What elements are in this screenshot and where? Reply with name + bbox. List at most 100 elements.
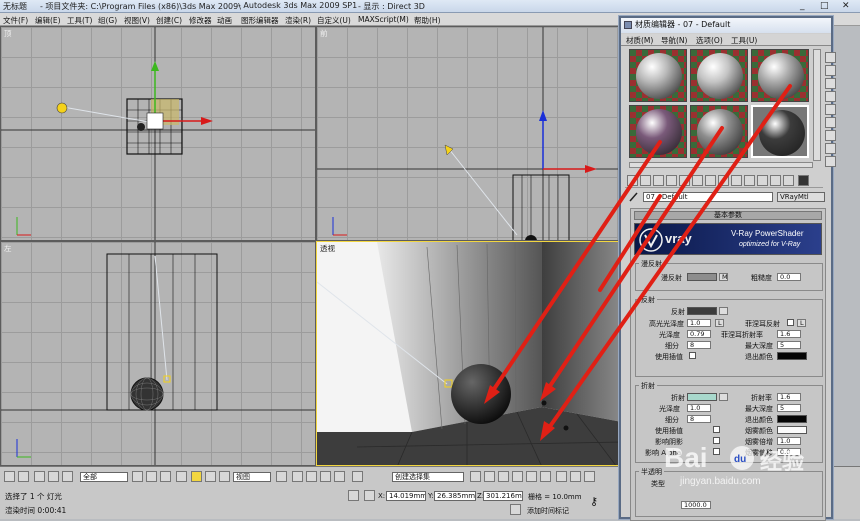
- menu-views[interactable]: 视图(V): [124, 15, 150, 26]
- render-frame-icon[interactable]: [570, 471, 581, 482]
- refr-max-depth-field[interactable]: 5: [777, 404, 801, 412]
- window-crossing-icon[interactable]: [176, 471, 187, 482]
- named-selection-set[interactable]: 创建选择集: [392, 472, 464, 482]
- translucency-value-field[interactable]: 1000.0: [681, 501, 711, 509]
- viewport-left[interactable]: 左: [0, 241, 316, 466]
- viewport-front[interactable]: 前: [316, 26, 621, 241]
- fog-color-swatch[interactable]: [777, 426, 807, 434]
- assign-material-icon[interactable]: [653, 175, 664, 186]
- make-unique-icon[interactable]: [705, 175, 716, 186]
- reflect-color-swatch[interactable]: [687, 307, 717, 315]
- hilight-lock-button[interactable]: L: [715, 319, 724, 327]
- scale-icon[interactable]: [219, 471, 230, 482]
- refl-max-depth-field[interactable]: 5: [777, 341, 801, 349]
- fresnel-ior-field[interactable]: 1.6: [777, 330, 801, 338]
- mirror-icon[interactable]: [470, 471, 481, 482]
- med-menu-utilities[interactable]: 工具(U): [731, 35, 757, 46]
- selection-filter[interactable]: 全部: [80, 472, 128, 482]
- fog-mult-field[interactable]: 1.0: [777, 437, 801, 445]
- med-menu-navigation[interactable]: 导航(N): [661, 35, 687, 46]
- menu-tools[interactable]: 工具(T): [67, 15, 92, 26]
- uv-tiling-icon[interactable]: [825, 91, 836, 102]
- refr-exit-color-swatch[interactable]: [777, 415, 807, 423]
- background-icon[interactable]: [825, 78, 836, 89]
- bind-icon[interactable]: [62, 471, 73, 482]
- copy-material-icon[interactable]: [692, 175, 703, 186]
- link-icon[interactable]: [34, 471, 45, 482]
- pick-material-icon[interactable]: [798, 175, 809, 186]
- refl-subdivs-field[interactable]: 8: [687, 341, 711, 349]
- named-selection-icon[interactable]: [352, 471, 363, 482]
- video-check-icon[interactable]: [825, 104, 836, 115]
- menu-modifiers[interactable]: 修改器: [189, 15, 212, 26]
- options-icon[interactable]: [825, 130, 836, 141]
- go-forward-sibling-icon[interactable]: [783, 175, 794, 186]
- viewport-top[interactable]: 顶: [0, 26, 316, 241]
- maximize-button[interactable]: □: [820, 1, 829, 11]
- select-by-material-icon[interactable]: [825, 143, 836, 154]
- schematic-icon[interactable]: [526, 471, 537, 482]
- snap-icon[interactable]: [292, 471, 303, 482]
- render-setup-icon[interactable]: [556, 471, 567, 482]
- slots-scrollbar[interactable]: [813, 49, 821, 161]
- menu-create[interactable]: 创建(C): [156, 15, 182, 26]
- angle-snap-icon[interactable]: [306, 471, 317, 482]
- key-icon[interactable]: ⚷: [590, 495, 598, 508]
- get-material-icon[interactable]: [627, 175, 638, 186]
- rotate-icon[interactable]: [205, 471, 216, 482]
- reset-map-icon[interactable]: [666, 175, 677, 186]
- refr-use-interp-checkbox[interactable]: [713, 426, 720, 433]
- refract-map-button[interactable]: [719, 393, 728, 401]
- undo-icon[interactable]: [4, 471, 15, 482]
- affect-alpha-checkbox[interactable]: [713, 448, 720, 455]
- menu-graph-editors[interactable]: 图形编辑器: [241, 15, 279, 26]
- percent-snap-icon[interactable]: [320, 471, 331, 482]
- make-preview-icon[interactable]: [825, 117, 836, 128]
- med-menu-options[interactable]: 选项(O): [696, 35, 723, 46]
- redo-icon[interactable]: [18, 471, 29, 482]
- refl-exit-color-swatch[interactable]: [777, 352, 807, 360]
- material-name-field[interactable]: 07 - Default: [643, 192, 773, 202]
- refl-gloss-field[interactable]: 0.79: [687, 330, 711, 338]
- slots-hscrollbar[interactable]: [629, 162, 813, 168]
- close-button[interactable]: ✕: [842, 1, 850, 11]
- eyedropper-icon[interactable]: [629, 191, 639, 202]
- sample-slot[interactable]: [690, 49, 748, 102]
- absolute-mode-icon[interactable]: [364, 490, 375, 501]
- menu-customize[interactable]: 自定义(U): [317, 15, 351, 26]
- menu-animation[interactable]: 动画: [217, 15, 232, 26]
- material-navigator-icon[interactable]: [825, 156, 836, 167]
- move-icon[interactable]: [191, 471, 202, 482]
- refr-subdivs-field[interactable]: 8: [687, 415, 711, 423]
- unlink-icon[interactable]: [48, 471, 59, 482]
- select-icon[interactable]: [132, 471, 143, 482]
- menu-help[interactable]: 帮助(H): [414, 15, 441, 26]
- menu-group[interactable]: 组(G): [98, 15, 117, 26]
- reference-coord-select[interactable]: 视图: [233, 472, 271, 482]
- hilight-gloss-field[interactable]: 1.0: [687, 319, 711, 327]
- put-to-scene-icon[interactable]: [640, 175, 651, 186]
- fog-bias-field[interactable]: 0.0: [777, 448, 801, 456]
- med-menu-material[interactable]: 材质(M): [626, 35, 653, 46]
- layer-icon[interactable]: [498, 471, 509, 482]
- show-end-result-icon[interactable]: [757, 175, 768, 186]
- diffuse-color-swatch[interactable]: [687, 273, 717, 281]
- menu-edit[interactable]: 编辑(E): [35, 15, 61, 26]
- z-coordinate[interactable]: 301.216mm: [483, 491, 523, 501]
- menu-file[interactable]: 文件(F): [3, 15, 28, 26]
- sample-slot[interactable]: [629, 105, 687, 158]
- add-time-tag[interactable]: 添加时间标记: [527, 506, 569, 516]
- sample-slot-active[interactable]: [751, 105, 809, 158]
- refl-use-interp-checkbox[interactable]: [689, 352, 696, 359]
- backlight-icon[interactable]: [825, 65, 836, 76]
- sample-slot[interactable]: [751, 49, 809, 102]
- select-by-name-icon[interactable]: [146, 471, 157, 482]
- rollout-title[interactable]: 基本参数: [634, 211, 822, 220]
- diffuse-map-button[interactable]: M: [719, 273, 728, 281]
- align-icon[interactable]: [484, 471, 495, 482]
- material-effects-icon[interactable]: [731, 175, 742, 186]
- fresnel-lock-button[interactable]: L: [797, 319, 806, 327]
- quick-render-icon[interactable]: [584, 471, 595, 482]
- x-coordinate[interactable]: 14.019mm: [386, 491, 426, 501]
- sample-type-icon[interactable]: [825, 52, 836, 63]
